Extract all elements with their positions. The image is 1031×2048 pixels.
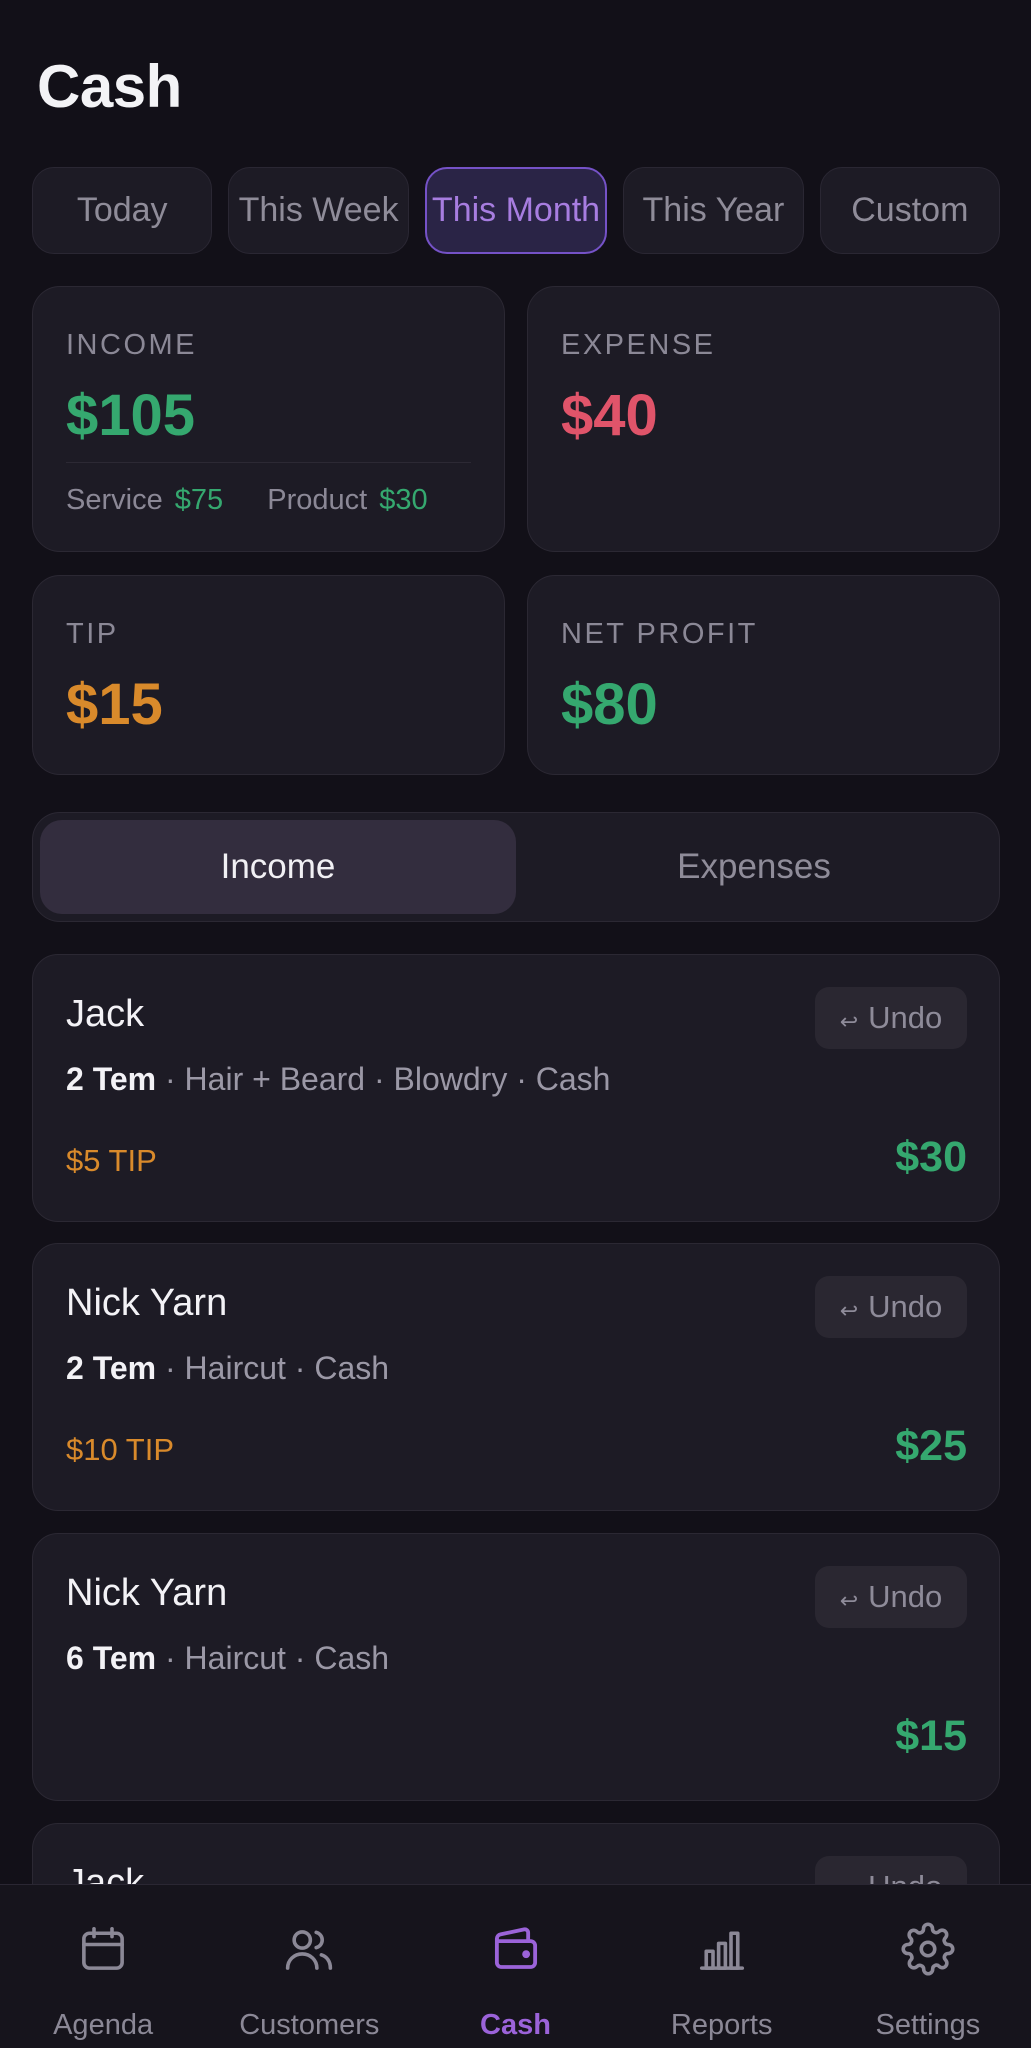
nav-label-cash: Cash: [480, 2009, 551, 2041]
service-value: $75: [174, 484, 224, 516]
tip-stat-card: TIP $15: [32, 575, 505, 775]
tip-amount: $5 TIP: [66, 1143, 157, 1178]
period-chip-this-month[interactable]: This Month: [424, 167, 608, 254]
net-profit-stat-value: $80: [561, 672, 658, 737]
staff-name: 2 Tem: [66, 1061, 157, 1097]
undo-icon: ↩: [839, 1009, 859, 1034]
income-breakdown: Service $75 Product $30: [66, 484, 428, 517]
undo-icon: ↩: [839, 1588, 859, 1613]
transaction-card[interactable]: Jack ↩ Undo 2 Tem · Hair + Beard · Blowd…: [32, 954, 1000, 1222]
period-chip-custom[interactable]: Custom: [819, 167, 1001, 254]
transaction-details: 6 Tem · Haircut · Cash: [66, 1640, 389, 1677]
divider: [66, 462, 471, 463]
transaction-card[interactable]: Nick Yarn ↩ Undo 2 Tem · Haircut · Cash …: [32, 1243, 1000, 1511]
period-chip-today[interactable]: Today: [32, 167, 213, 254]
transaction-amount: $25: [895, 1422, 967, 1470]
nav-label-agenda: Agenda: [53, 2009, 154, 2041]
tip-amount: $10 TIP: [66, 1432, 175, 1467]
undo-label: Undo: [868, 1579, 943, 1614]
nav-label-customers: Customers: [239, 2009, 380, 2041]
income-stat-card: INCOME $105 Service $75 Product $30: [32, 286, 505, 552]
income-expense-toggle: Income Expenses: [32, 812, 1000, 922]
expense-stat-card: EXPENSE $40: [527, 286, 1000, 552]
transaction-amount: $30: [895, 1133, 967, 1181]
nav-agenda[interactable]: Agenda: [0, 1885, 206, 2048]
transaction-card[interactable]: Nick Yarn ↩ Undo 6 Tem · Haircut · Cash …: [32, 1533, 1000, 1801]
nav-settings[interactable]: Settings: [825, 1885, 1031, 2048]
net-profit-stat-card: NET PROFIT $80: [527, 575, 1000, 775]
period-filter: Today This Week This Month This Year Cus…: [32, 167, 1001, 254]
wallet-icon: [494, 1927, 537, 1969]
undo-button[interactable]: ↩ Undo: [815, 987, 967, 1049]
segment-income[interactable]: Income: [40, 820, 516, 914]
service-label: Service: [66, 484, 163, 516]
bottom-nav: Agenda Customers Cash Reports Settings: [0, 1884, 1031, 2048]
income-stat-label: INCOME: [66, 329, 197, 361]
income-stat-value: $105: [66, 383, 196, 448]
tip-stat-value: $15: [66, 672, 163, 737]
transaction-details: 2 Tem · Haircut · Cash: [66, 1350, 389, 1387]
staff-name: 6 Tem: [66, 1640, 157, 1676]
gear-icon: [901, 1922, 955, 1976]
net-profit-stat-label: NET PROFIT: [561, 618, 758, 650]
cash-screen: Cash Today This Week This Month This Yea…: [0, 0, 1031, 2048]
nav-label-settings: Settings: [875, 2009, 981, 2041]
customer-name: Nick Yarn: [66, 1282, 228, 1324]
users-icon: [286, 1930, 333, 1970]
segment-expenses[interactable]: Expenses: [516, 820, 992, 914]
expense-stat-value: $40: [561, 383, 658, 448]
undo-button[interactable]: ↩ Undo: [815, 1566, 967, 1628]
customer-name: Jack: [66, 993, 145, 1035]
calendar-icon: [82, 1926, 125, 1970]
customer-name: Nick Yarn: [66, 1572, 228, 1614]
tip-stat-label: TIP: [66, 618, 119, 650]
nav-reports[interactable]: Reports: [619, 1885, 825, 2048]
transaction-amount: $15: [895, 1712, 967, 1760]
nav-cash[interactable]: Cash: [412, 1885, 618, 2048]
product-value: $30: [379, 484, 428, 516]
undo-label: Undo: [868, 1000, 943, 1035]
product-label: Product: [267, 484, 368, 516]
service-details: · Hair + Beard · Blowdry · Cash: [156, 1061, 611, 1097]
page-title: Cash: [37, 53, 182, 120]
transaction-details: 2 Tem · Hair + Beard · Blowdry · Cash: [66, 1061, 610, 1098]
bar-chart-icon: [699, 1931, 744, 1970]
period-chip-this-year[interactable]: This Year: [623, 167, 804, 254]
expense-stat-label: EXPENSE: [561, 329, 716, 361]
nav-customers[interactable]: Customers: [206, 1885, 412, 2048]
service-details: · Haircut · Cash: [156, 1640, 390, 1676]
service-details: · Haircut · Cash: [156, 1350, 390, 1386]
undo-icon: ↩: [839, 1298, 859, 1323]
undo-label: Undo: [868, 1289, 943, 1324]
nav-label-reports: Reports: [670, 2009, 773, 2041]
period-chip-this-week[interactable]: This Week: [228, 167, 409, 254]
staff-name: 2 Tem: [66, 1350, 157, 1386]
undo-button[interactable]: ↩ Undo: [815, 1276, 967, 1338]
